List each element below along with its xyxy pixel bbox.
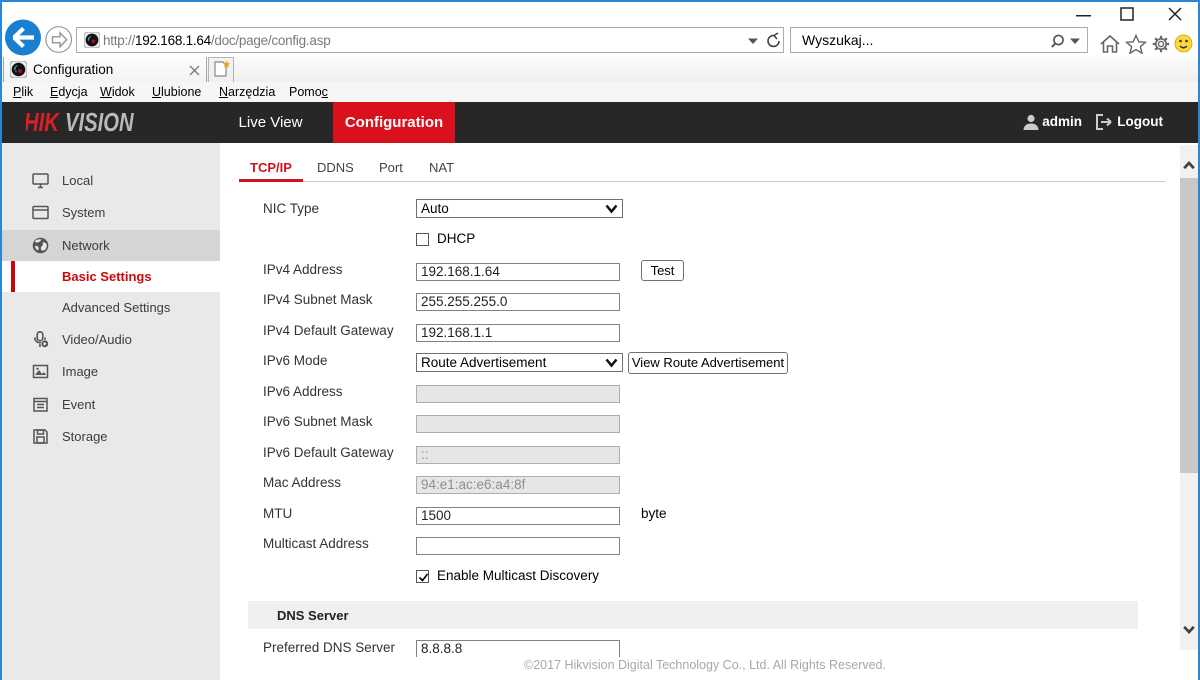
svg-text:HIK: HIK [26, 109, 61, 136]
svg-text:VISION: VISION [65, 109, 134, 136]
